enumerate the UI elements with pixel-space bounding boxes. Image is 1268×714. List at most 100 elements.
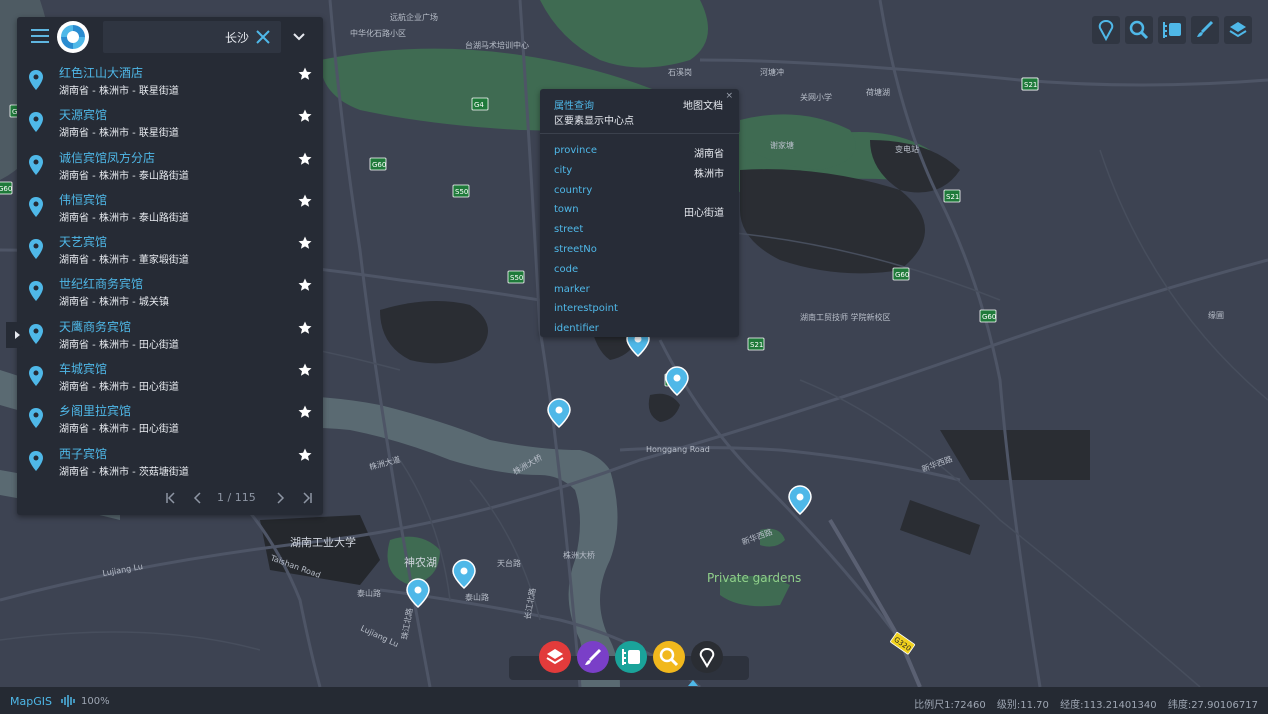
result-title[interactable]: 诚信宾馆凤方分店 [59,149,155,166]
star-icon[interactable] [298,235,312,249]
result-address: 湖南省 - 株洲市 - 联星街道 [59,86,179,97]
star-icon[interactable] [298,404,312,419]
star-icon[interactable] [298,277,312,292]
result-address: 湖南省 - 株洲市 - 泰山路街道 [59,170,189,182]
result-title[interactable]: 西子宾馆 [59,445,107,462]
star-icon[interactable] [298,108,312,123]
property-key: interestpoint [554,303,618,315]
popup-subtitle: 区要素显示中心点 [554,116,634,127]
result-item[interactable]: 天艺宾馆 湖南省 - 株洲市 - 董家塅街道 [17,230,323,272]
toolbar-caret[interactable] [688,680,698,686]
property-value: 株洲市 [694,168,724,180]
layers-icon[interactable] [1224,16,1252,44]
star-icon[interactable] [298,66,312,80]
result-item[interactable]: 车城宾馆湖南省 - 株洲市 - 田心街道 [17,357,323,399]
star-icon[interactable] [298,193,312,207]
road-shield: S21 [1021,77,1039,91]
map-label: 湖南工贸技师 学院新校区 [800,312,891,322]
result-item[interactable]: 诚信宾馆凤方分店湖南省 - 株洲市 - 泰山路街道 [17,146,323,188]
frame-icon[interactable] [1158,16,1186,44]
popup-doc-tab[interactable]: 地图文档 [683,97,723,112]
property-key: marker [554,283,590,295]
road-shield-label: S50 [510,274,523,282]
result-title[interactable]: 红色江山大酒店 [59,64,143,81]
star-icon[interactable] [298,362,312,376]
result-item[interactable]: 天鹰商务宾馆湖南省 - 株洲市 - 田心街道 [17,315,323,357]
draw-button[interactable] [577,641,609,673]
star-icon[interactable] [298,151,312,165]
road-shield: G60 [979,309,997,323]
result-item[interactable]: 天源宾馆湖南省 - 株洲市 - 联星街道 [17,103,323,145]
result-title[interactable]: 乡阁里拉宾馆 [59,402,131,419]
road-shield: S21 [943,189,961,203]
result-title[interactable]: 天艺宾馆 [59,233,107,250]
result-title[interactable]: 世纪红商务宾馆 [59,275,143,292]
result-address: 湖南省 - 株洲市 - 田心街道 [59,339,179,351]
road-shield-label: G60 [372,161,386,169]
property-row: street [554,224,724,238]
network-percent: 100% [81,696,110,707]
location-pin-icon [29,196,43,217]
search-panel: 红色江山大酒店湖南省 - 株洲市 - 联星街道天源宾馆湖南省 - 株洲市 - 联… [17,17,323,515]
status-bar: MapGIS 100% 比例尺1:72460 级别:11.70 经度:113.2… [0,687,1268,714]
prev-page-icon[interactable] [190,490,206,506]
property-row: streetNo [554,244,724,258]
marker-button[interactable] [691,641,723,673]
road-shield: G4 [471,97,489,111]
property-key: identifier [554,323,599,335]
last-page-icon[interactable] [300,490,316,506]
road-shield-label: S50 [455,188,468,196]
next-page-icon[interactable] [272,490,288,506]
search-zoom-icon[interactable] [1125,16,1153,44]
map-label: 泰山路 [465,592,489,602]
property-key: street [554,224,584,236]
result-address: 湖南省 - 株洲市 - 联星街道 [59,128,179,140]
result-item[interactable]: 伟恒宾馆 湖南省 - 株洲市 - 泰山路街道 [17,188,323,230]
close-icon[interactable]: × [725,91,733,101]
map-label: 天台路 [497,558,521,568]
search-input[interactable] [109,25,249,49]
property-row: town 田心街道 [554,204,724,219]
first-page-icon[interactable] [162,490,178,506]
frame-button[interactable] [615,641,647,673]
result-title[interactable]: 车城宾馆 [59,360,107,377]
clear-icon[interactable] [253,27,273,47]
result-item[interactable]: 西子宾馆湖南省 - 株洲市 - 茨菇塘街道 [17,442,323,484]
map-label: 变电站 [895,144,919,154]
result-title[interactable]: 天鹰商务宾馆 [59,318,131,335]
result-item[interactable]: 世纪红商务宾馆 湖南省 - 株洲市 - 城关镇 [17,272,323,314]
map-label: 石溪岗 [668,67,692,77]
menu-icon[interactable] [31,29,49,45]
road-shield-label: G60 [982,313,996,321]
layers-button[interactable] [539,641,571,673]
property-row: province 湖南省 [554,145,724,160]
star-icon[interactable] [298,320,312,334]
result-address: 湖南省 - 株洲市 - 田心街道 [59,382,179,394]
result-title[interactable]: 天源宾馆 [59,106,107,123]
road-shield: S50 [452,184,470,198]
chevron-down-icon[interactable] [287,27,311,47]
result-item[interactable]: 红色江山大酒店湖南省 - 株洲市 - 联星街道 [17,61,323,103]
location-pin-icon [29,70,43,90]
marker-tool-icon[interactable] [1092,16,1120,44]
result-item[interactable]: 乡阁里拉宾馆湖南省 - 株洲市 - 田心街道 [17,399,323,441]
draw-icon[interactable] [1191,16,1219,44]
query-button[interactable] [653,641,685,673]
search-results: 红色江山大酒店 湖南省 - 株洲市 - 联星街道 天源宾馆 湖南省 - 株洲市 - 联… [17,61,323,484]
property-key: country [554,184,593,196]
search-header [17,17,323,57]
scale-readout: 比例尺1:72460 [914,700,986,711]
map-label: 泰山路 [357,588,381,598]
map-label: 中华化石路小区 [350,28,406,38]
result-address: 湖南省 - 株洲市 - 茨菇塘街道 [59,466,189,478]
result-title[interactable]: 伟恒宾馆 [59,191,107,208]
logo-icon [57,21,89,53]
star-icon[interactable] [298,447,312,461]
expand-arrow-icon[interactable] [6,322,28,348]
location-pin-icon [29,366,43,387]
result-address: 湖南省 - 株洲市 - 田心街道 [59,424,179,436]
map-label: 湖南工业大学 [290,535,356,549]
property-row: marker [554,284,724,298]
road-shield-label: S21 [750,341,763,349]
location-pin-icon [29,239,43,260]
